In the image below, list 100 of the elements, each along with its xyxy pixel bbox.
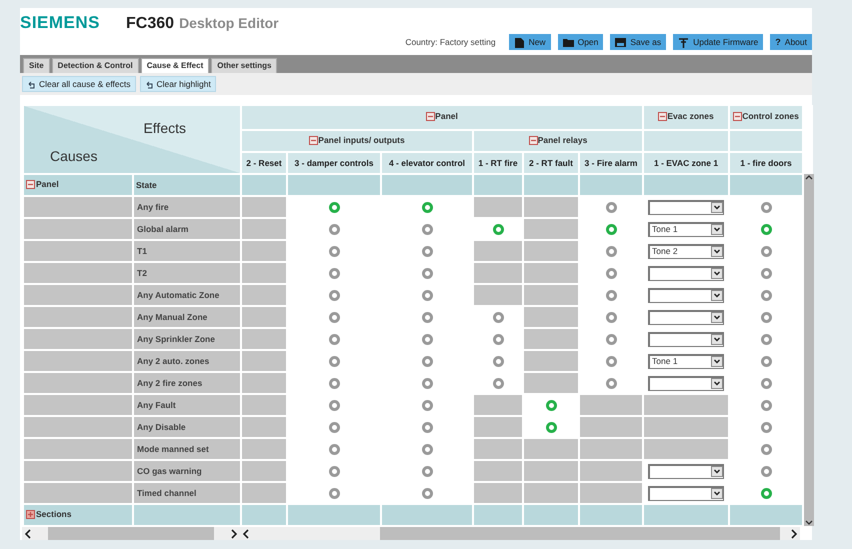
effect-toggle[interactable] <box>422 334 432 345</box>
effect-toggle[interactable] <box>422 422 432 433</box>
effect-toggle[interactable] <box>492 312 504 323</box>
effect-toggle[interactable] <box>760 246 772 257</box>
collapse-icon[interactable] <box>26 180 35 189</box>
effect-toggle[interactable] <box>760 268 772 279</box>
effect-toggle[interactable] <box>606 334 617 345</box>
effect-toggle[interactable] <box>328 290 340 301</box>
cause-label: T1 <box>133 240 241 262</box>
effect-toggle[interactable] <box>328 224 340 235</box>
effect-toggle[interactable] <box>422 488 432 499</box>
toolbar-button[interactable]: ? About <box>770 34 812 50</box>
effect-toggle[interactable] <box>328 334 340 345</box>
effect-toggle[interactable] <box>422 268 432 279</box>
effect-toggle[interactable] <box>606 312 617 323</box>
effect-toggle[interactable] <box>606 224 617 235</box>
tab[interactable]: Other settings <box>211 58 278 73</box>
effect-toggle[interactable] <box>606 378 617 389</box>
effect-toggle[interactable] <box>328 378 340 389</box>
collapse-icon[interactable] <box>528 136 538 145</box>
column-header: 1 - RT fire <box>478 158 518 168</box>
effect-toggle[interactable] <box>606 246 617 257</box>
section-label: Panel <box>36 178 59 190</box>
effect-toggle[interactable] <box>328 400 340 411</box>
effect-toggle[interactable] <box>328 422 340 433</box>
tone-dropdown[interactable]: Tone 1 <box>648 222 724 236</box>
chevron-down-icon <box>805 520 814 526</box>
effect-toggle[interactable] <box>422 356 432 367</box>
tab[interactable]: Detection & Control <box>52 58 139 73</box>
effect-toggle[interactable] <box>760 312 772 323</box>
effect-toggle[interactable] <box>422 400 432 411</box>
country-label: Country: Factory setting <box>405 36 496 48</box>
tone-dropdown[interactable] <box>648 376 724 390</box>
tone-dropdown[interactable]: Tone 1 <box>648 354 724 368</box>
effect-toggle[interactable] <box>546 422 556 433</box>
effect-toggle[interactable] <box>422 444 432 455</box>
tone-dropdown[interactable] <box>648 310 724 324</box>
effect-toggle[interactable] <box>760 378 772 389</box>
effect-toggle[interactable] <box>760 290 772 301</box>
tone-dropdown[interactable] <box>648 464 724 478</box>
effect-toggle[interactable] <box>492 224 504 235</box>
effect-toggle[interactable] <box>760 488 772 499</box>
vertical-scrollbar[interactable] <box>804 174 814 526</box>
tab[interactable]: Site <box>23 58 50 73</box>
effect-toggle[interactable] <box>422 224 432 235</box>
effect-toggle[interactable] <box>760 400 772 411</box>
effect-toggle[interactable] <box>606 356 617 367</box>
expand-icon[interactable] <box>26 510 35 519</box>
group-header: Panel inputs/ outputs <box>318 134 405 146</box>
column-header: 2 - Reset <box>246 158 282 168</box>
effect-toggle[interactable] <box>760 422 772 433</box>
horizontal-scrollbar[interactable] <box>240 527 800 540</box>
effect-toggle[interactable] <box>422 312 432 323</box>
effects-label: Effects <box>143 119 186 138</box>
effect-toggle[interactable] <box>760 356 772 367</box>
effect-toggle[interactable] <box>328 246 340 257</box>
toolbar-button[interactable]: New <box>508 34 551 50</box>
collapse-icon[interactable] <box>733 112 742 122</box>
effect-toggle[interactable] <box>328 202 340 213</box>
effect-toggle[interactable] <box>328 466 340 477</box>
tone-dropdown[interactable] <box>648 288 724 302</box>
effect-toggle[interactable] <box>328 444 340 455</box>
toolbar-button[interactable]: Update Firmware <box>673 34 764 50</box>
effect-toggle[interactable] <box>606 202 617 213</box>
action-button[interactable]: Clear highlight <box>140 76 216 92</box>
tab[interactable]: Cause & Effect <box>140 58 210 73</box>
effect-toggle[interactable] <box>760 334 772 345</box>
effect-toggle[interactable] <box>760 444 772 455</box>
effect-toggle[interactable] <box>422 202 432 213</box>
effect-toggle[interactable] <box>492 334 504 345</box>
toolbar-button[interactable]: Open <box>558 34 604 50</box>
horizontal-scrollbar[interactable] <box>22 527 240 540</box>
tone-dropdown[interactable] <box>648 266 724 280</box>
effect-toggle[interactable] <box>328 268 340 279</box>
collapse-icon[interactable] <box>426 112 436 122</box>
tone-dropdown[interactable] <box>648 200 724 214</box>
effect-toggle[interactable] <box>328 488 340 499</box>
effect-toggle[interactable] <box>422 466 432 477</box>
toolbar-button[interactable]: Save as <box>610 34 666 50</box>
effect-toggle[interactable] <box>546 400 556 411</box>
tone-dropdown[interactable]: Tone 2 <box>648 244 724 258</box>
effect-toggle[interactable] <box>328 356 340 367</box>
effect-toggle[interactable] <box>492 356 504 367</box>
effect-toggle[interactable] <box>422 246 432 257</box>
effect-toggle[interactable] <box>422 378 432 389</box>
effect-toggle[interactable] <box>760 202 772 213</box>
action-button[interactable]: Clear all cause & effects <box>22 76 136 92</box>
effect-toggle[interactable] <box>492 378 504 389</box>
effect-toggle[interactable] <box>422 290 432 301</box>
effect-toggle[interactable] <box>606 268 617 279</box>
effect-toggle[interactable] <box>760 224 772 235</box>
caret-icon <box>711 224 724 235</box>
effect-toggle[interactable] <box>606 290 617 301</box>
collapse-icon[interactable] <box>309 136 318 145</box>
effect-toggle[interactable] <box>328 312 340 323</box>
tone-dropdown[interactable] <box>648 332 724 346</box>
tone-dropdown[interactable] <box>648 486 724 500</box>
effect-toggle[interactable] <box>760 466 772 477</box>
collapse-icon[interactable] <box>658 112 668 122</box>
cause-label: Any 2 auto. zones <box>133 350 241 372</box>
